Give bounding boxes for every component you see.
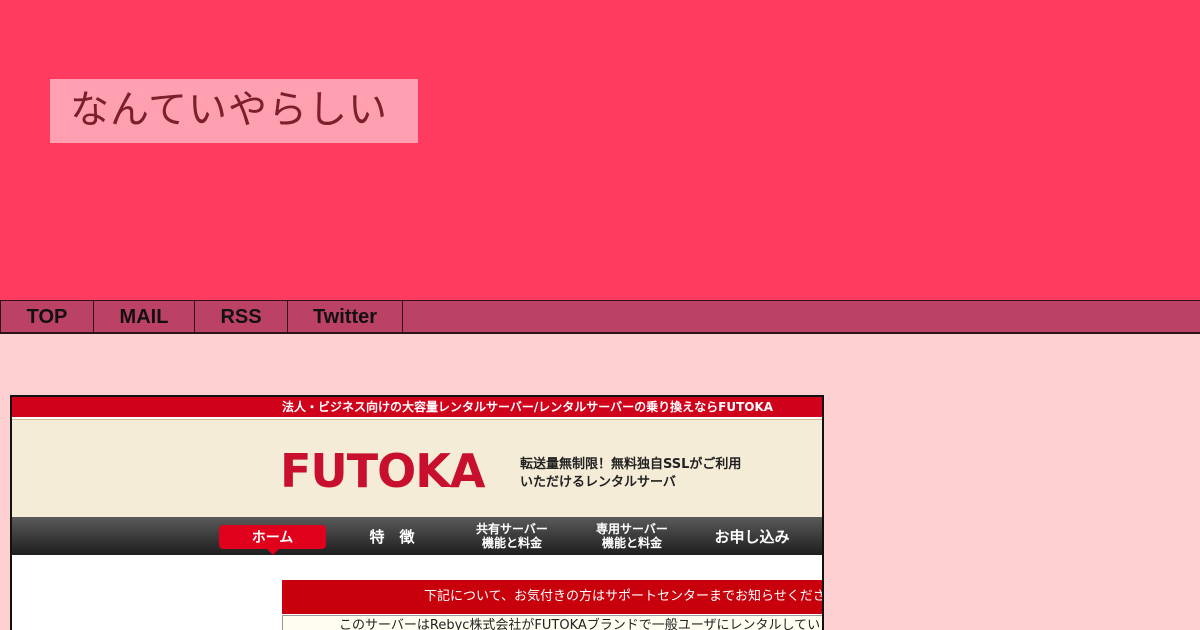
nav-rss[interactable]: RSS [195,301,288,333]
top-nav: TOP MAIL RSS Twitter [0,300,1200,334]
menu-shared-line1: 共有サーバー [476,522,548,536]
embed-topbar-text: 法人・ビジネス向けの大容量レンタルサーバー/レンタルサーバーの乗り換えならFUT… [282,400,774,414]
nav-top[interactable]: TOP [0,301,94,333]
notice-title: 下記について、お気付きの方はサポートセンターまでお知らせください [424,589,824,604]
notice-body-text: このサーバーはRebyc株式会社がFUTOKAブランドで一般ユーザにレンタルして… [339,618,824,630]
menu-apply[interactable]: お申し込み [697,517,807,555]
embed-topbar: 法人・ビジネス向けの大容量レンタルサーバー/レンタルサーバーの乗り換えならFUT… [12,397,822,417]
menu-features[interactable]: 特 徴 [347,517,437,555]
embed-tagline: 転送量無制限！無料独自SSLがご利用 いただけるレンタルサーバ [520,456,741,492]
embed-banner: FUTOKA 転送量無制限！無料独自SSLがご利用 いただけるレンタルサーバ [12,419,822,517]
menu-dedicated-line1: 専用サーバー [596,522,668,536]
menu-dedicated-server[interactable]: 専用サーバー 機能と料金 [577,517,687,555]
tagline-line-1: 転送量無制限！無料独自SSLがご利用 [520,457,742,472]
futoka-logo-text: FUTOKA [280,444,486,498]
site-header: なんていやらしい [0,0,1200,300]
menu-home[interactable]: ホーム [219,525,326,555]
notice-title-bar: 下記について、お気付きの方はサポートセンターまでお知らせください [282,580,824,614]
site-title[interactable]: なんていやらしい [50,79,418,143]
nav-mail[interactable]: MAIL [94,301,195,333]
menu-shared-server[interactable]: 共有サーバー 機能と料金 [457,517,567,555]
menu-shared-line2: 機能と料金 [481,536,542,550]
embed-menu: ホーム 特 徴 共有サーバー 機能と料金 専用サーバー 機能と料金 お申し込み [12,517,822,555]
notice-body: このサーバーはRebyc株式会社がFUTOKAブランドで一般ユーザにレンタルして… [282,615,824,630]
futoka-logo[interactable]: FUTOKA [280,444,486,498]
embedded-site-frame: 法人・ビジネス向けの大容量レンタルサーバー/レンタルサーバーの乗り換えならFUT… [10,395,824,630]
menu-dedicated-line2: 機能と料金 [601,536,662,550]
tagline-line-2: いただけるレンタルサーバ [520,475,676,490]
nav-twitter[interactable]: Twitter [288,301,403,333]
